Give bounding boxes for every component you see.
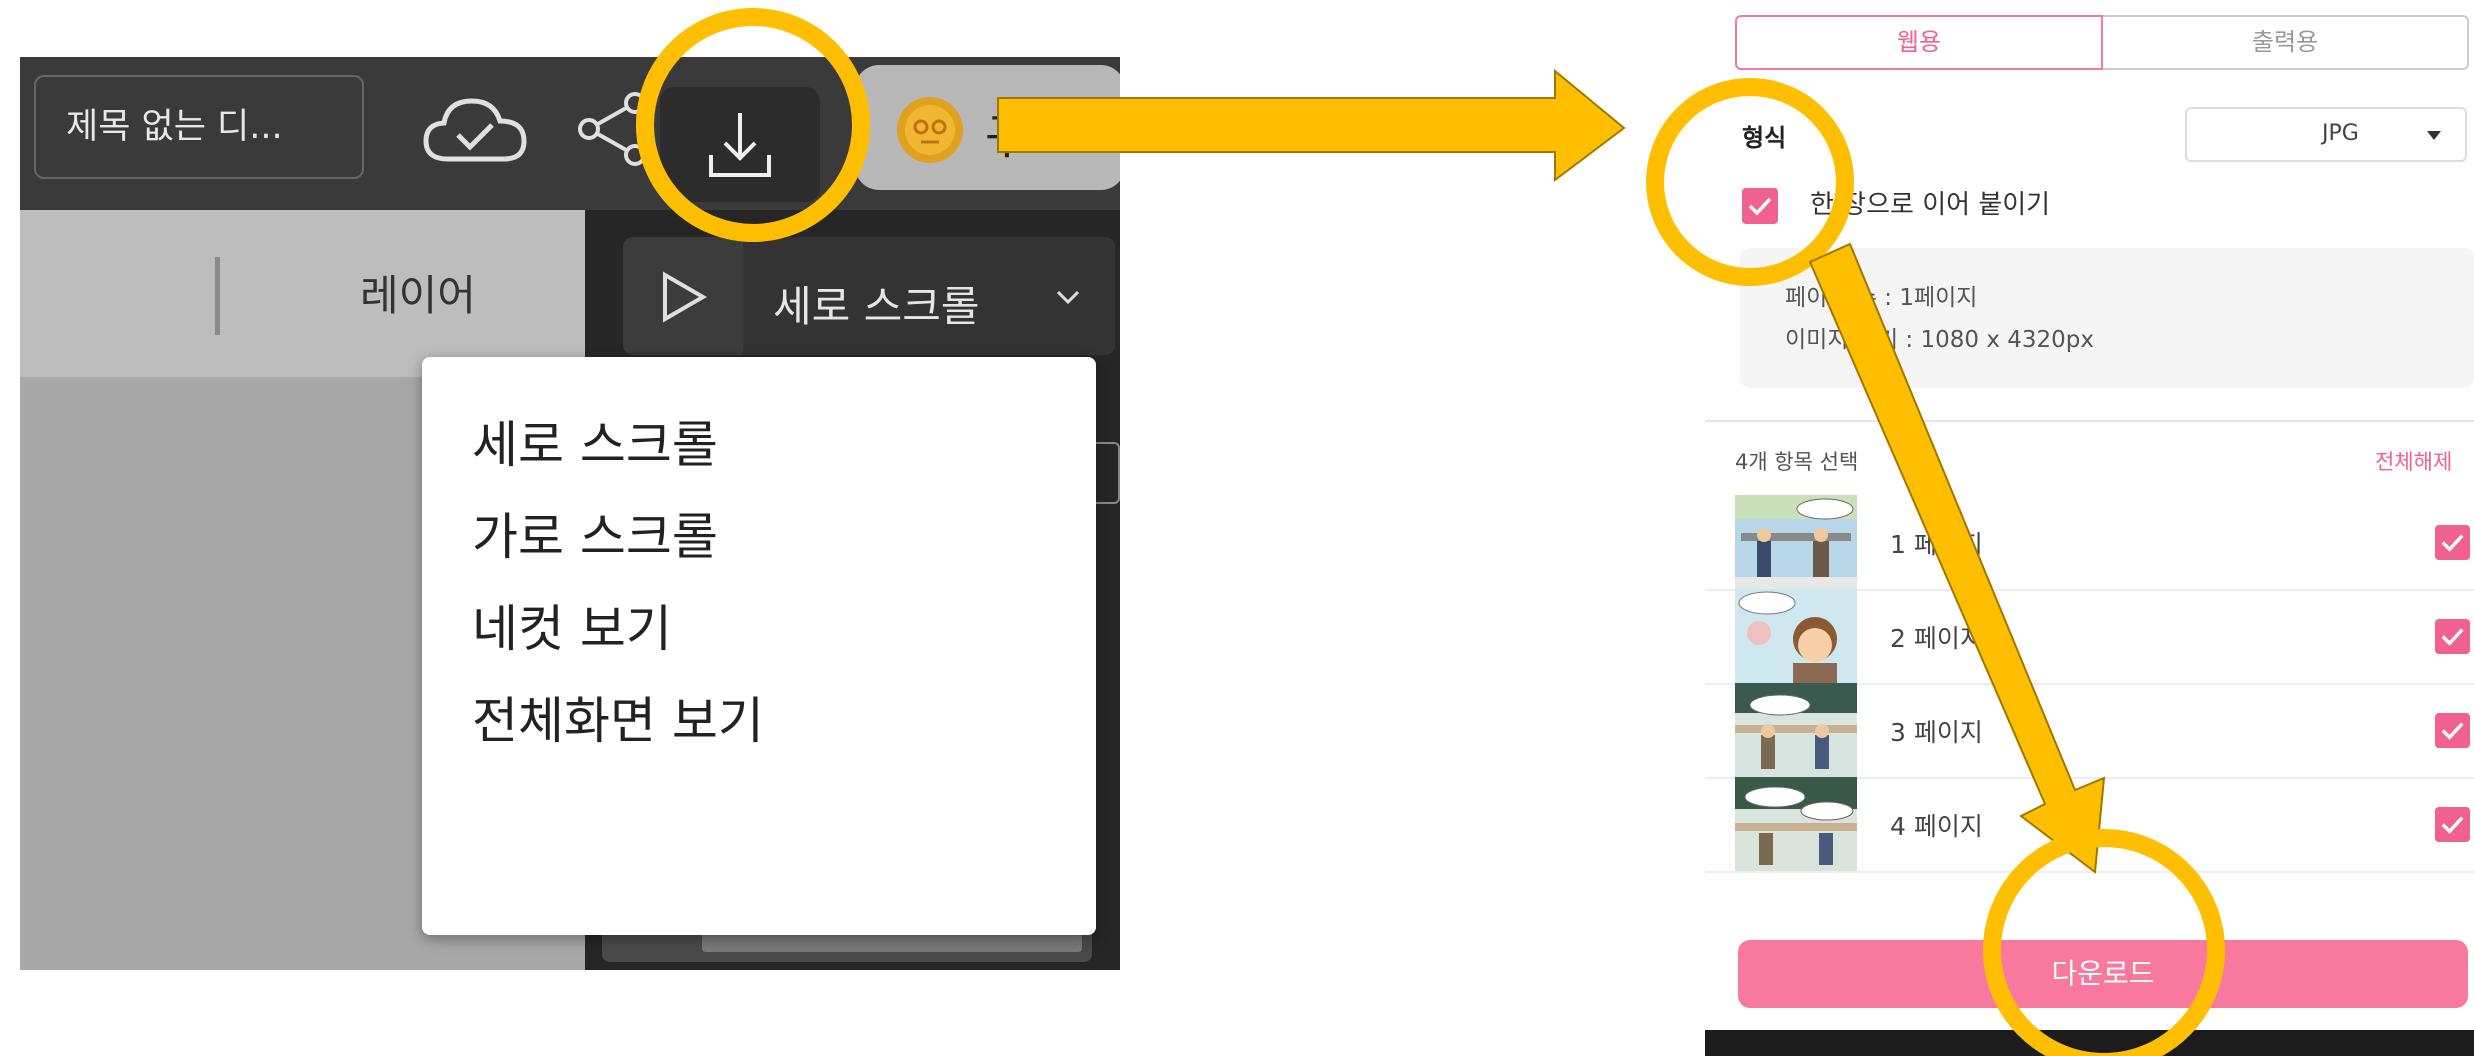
bottom-edge [1705, 1030, 2474, 1056]
checkbox-checked-icon[interactable] [2435, 713, 2470, 748]
page-label: 3 페이지 [1890, 718, 1983, 747]
download-icon [709, 113, 771, 177]
divider [1705, 420, 2474, 422]
page-label: 4 페이지 [1890, 812, 1983, 841]
merge-label: 한 장으로 이어 붙이기 [1810, 190, 2051, 220]
play-icon [663, 271, 707, 323]
share-icon[interactable] [575, 89, 655, 169]
view-mode-menu: 세로 스크롤 가로 스크롤 네컷 보기 전체화면 보기 [422, 357, 1096, 935]
download-submit-button[interactable]: 다운로드 [1738, 940, 2468, 1008]
view-mode-value: 세로 스크롤 [773, 282, 980, 331]
coin-icon [897, 97, 963, 163]
coin-button[interactable]: 구 [855, 65, 1120, 190]
toolbar-divider [215, 257, 220, 335]
menu-item-four-cut-view[interactable]: 네컷 보기 [472, 589, 672, 661]
view-mode-select[interactable]: 세로 스크롤 [743, 237, 1115, 355]
menu-item-vertical-scroll[interactable]: 세로 스크롤 [472, 405, 718, 477]
download-button[interactable] [660, 87, 820, 202]
editor-panel: 제목 없는 디... 구 레이어 세로 스크롤 세로 스크롤 가로 스크롤 네컷… [20, 57, 1120, 970]
info-image-size: 이미지 크기 : 1080 x 4320px [1785, 327, 2094, 353]
merge-checkbox[interactable] [1742, 188, 1778, 224]
menu-item-fullscreen-view[interactable]: 전체화면 보기 [472, 681, 764, 753]
format-select[interactable]: JPG [2185, 107, 2467, 162]
checkbox-checked-icon[interactable] [2435, 619, 2470, 654]
download-panel: 웹용 출력용 형식 JPG 한 장으로 이어 붙이기 페이지 수 : 1페이지 … [1700, 0, 2474, 1056]
checkbox-checked-icon[interactable] [2435, 807, 2470, 842]
checkbox-checked-icon[interactable] [2435, 525, 2470, 560]
page-thumbnail-image [1735, 777, 1857, 871]
page-row[interactable]: 2 페이지 [1705, 589, 2474, 685]
page-thumbnail-image [1735, 495, 1857, 589]
page-thumbnail-image [1735, 683, 1857, 777]
tab-web[interactable]: 웹용 [1735, 15, 2103, 70]
coin-label: 구 [985, 109, 1030, 165]
page-row[interactable]: 3 페이지 [1705, 683, 2474, 779]
page-label: 2 페이지 [1890, 624, 1983, 653]
page-row[interactable]: 4 페이지 [1705, 777, 2474, 873]
caret-down-icon [2427, 131, 2441, 140]
selected-count: 4개 항목 선택 [1735, 450, 1859, 474]
play-button[interactable] [623, 237, 743, 355]
info-page-count: 페이지 수 : 1페이지 [1785, 285, 1978, 311]
layer-tab[interactable]: 레이어 [360, 262, 476, 323]
format-value: JPG [2322, 121, 2359, 146]
cloud-save-icon[interactable] [420, 91, 530, 171]
tab-print[interactable]: 출력용 [2103, 15, 2469, 70]
output-info-box: 페이지 수 : 1페이지 이미지 크기 : 1080 x 4320px [1740, 248, 2474, 388]
page-thumbnail-image [1735, 589, 1857, 683]
document-title-field[interactable]: 제목 없는 디... [34, 75, 364, 179]
format-label: 형식 [1742, 124, 1787, 152]
page-label: 1 페이지 [1890, 530, 1983, 559]
page-row[interactable]: 1 페이지 [1705, 495, 2474, 591]
editor-topbar: 제목 없는 디... 구 [20, 57, 1120, 210]
chevron-down-icon [1056, 290, 1080, 305]
deselect-all-link[interactable]: 전체해제 [2375, 446, 2452, 476]
menu-item-horizontal-scroll[interactable]: 가로 스크롤 [472, 497, 718, 569]
